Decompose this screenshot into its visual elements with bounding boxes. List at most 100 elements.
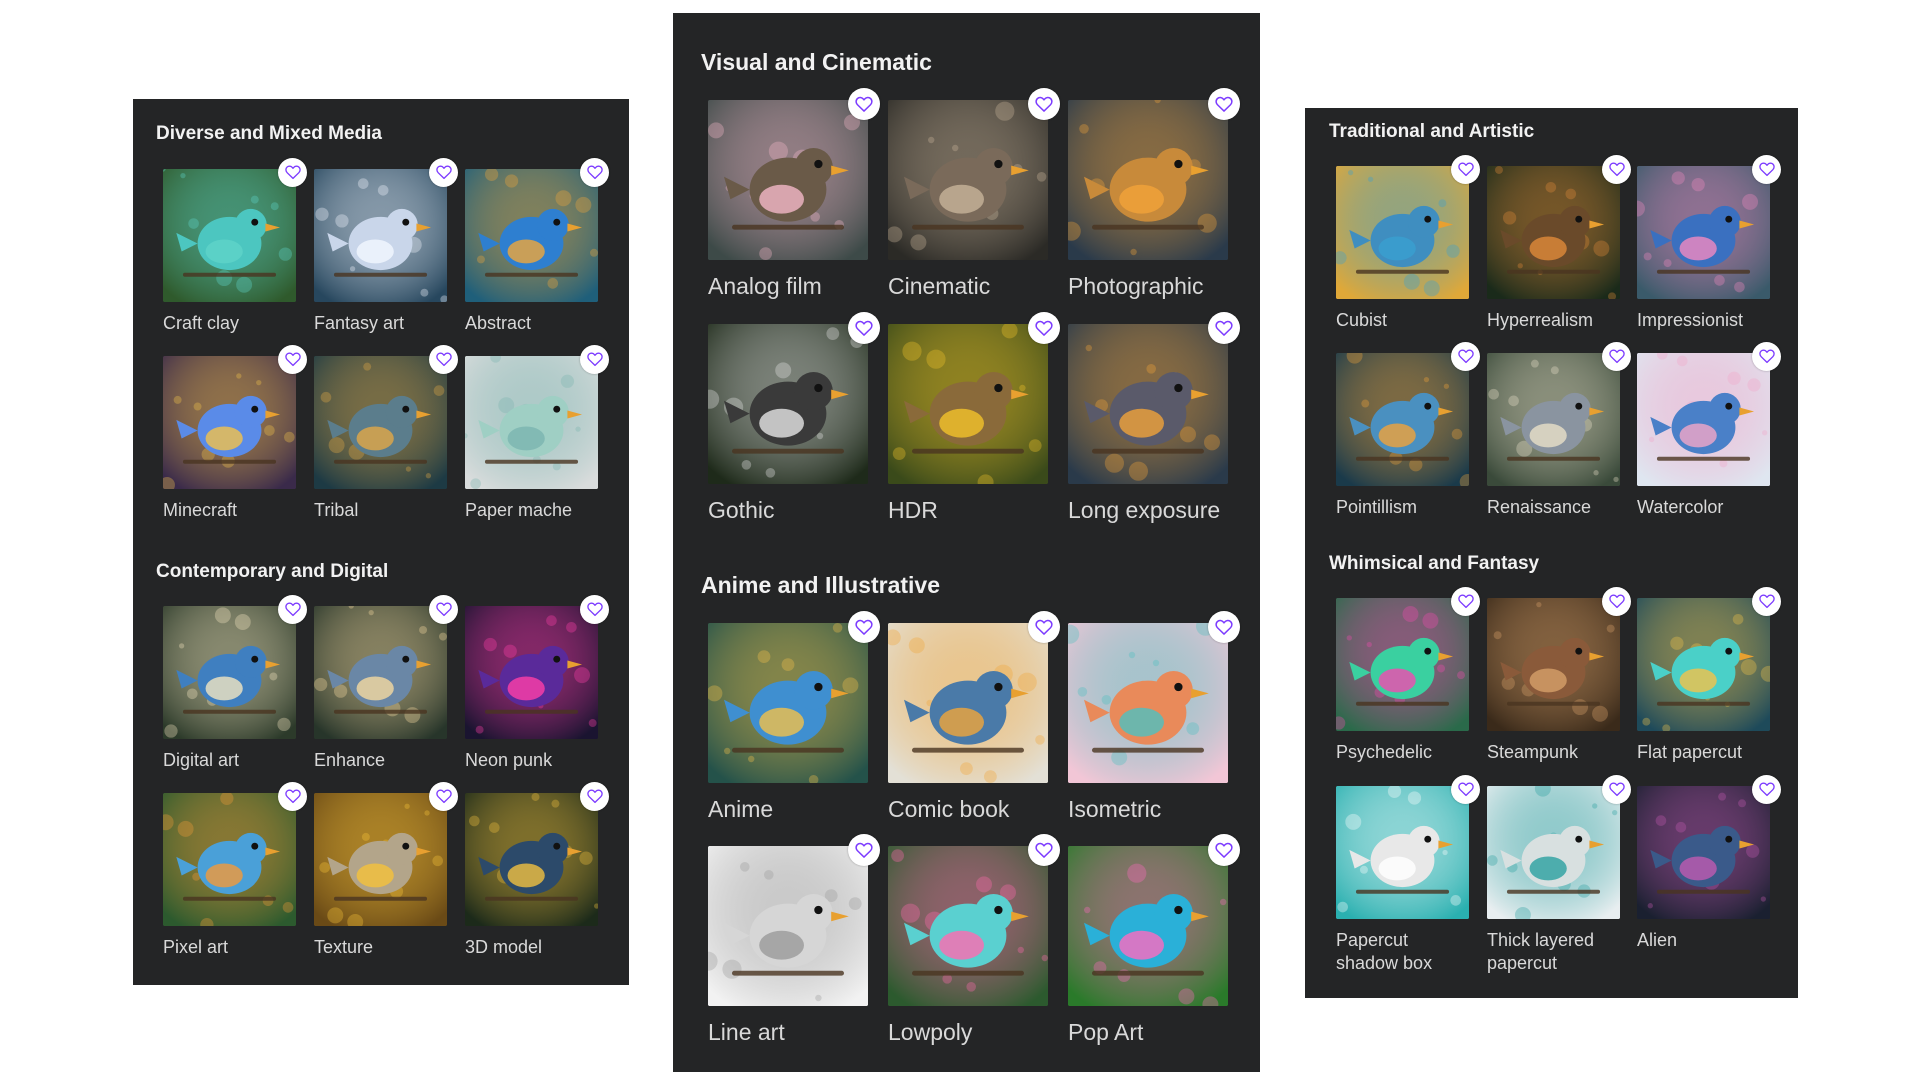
heart-icon[interactable]	[278, 781, 308, 811]
style-option-digital-art[interactable]: Digital art	[163, 594, 308, 796]
style-option-renaissance[interactable]: Renaissance	[1487, 341, 1632, 543]
heart-icon[interactable]	[1451, 341, 1481, 371]
style-thumbnail[interactable]	[163, 356, 296, 489]
style-option-tribal[interactable]: Tribal	[314, 344, 459, 546]
style-thumbnail[interactable]	[1637, 166, 1770, 299]
style-thumbnail[interactable]	[1068, 623, 1228, 783]
heart-icon[interactable]	[1028, 833, 1061, 866]
style-thumbnail[interactable]	[314, 793, 447, 926]
heart-icon[interactable]	[1028, 610, 1061, 643]
style-thumbnail[interactable]	[1336, 786, 1469, 919]
heart-icon[interactable]	[1752, 774, 1782, 804]
style-thumbnail[interactable]	[465, 606, 598, 739]
heart-icon[interactable]	[278, 157, 308, 187]
heart-icon[interactable]	[1602, 154, 1632, 184]
style-thumbnail[interactable]	[314, 356, 447, 489]
style-thumbnail[interactable]	[465, 356, 598, 489]
style-option-flat-papercut[interactable]: Flat papercut	[1637, 586, 1782, 788]
style-option-pixel-art[interactable]: Pixel art	[163, 781, 308, 983]
heart-icon[interactable]	[429, 781, 459, 811]
heart-icon[interactable]	[848, 311, 881, 344]
heart-icon[interactable]	[1602, 774, 1632, 804]
style-thumbnail[interactable]	[1637, 786, 1770, 919]
style-option-enhance[interactable]: Enhance	[314, 594, 459, 796]
style-option-hyperrealism[interactable]: Hyperrealism	[1487, 154, 1632, 356]
style-thumbnail[interactable]	[1336, 353, 1469, 486]
heart-icon[interactable]	[429, 157, 459, 187]
style-option-cubist[interactable]: Cubist	[1336, 154, 1481, 356]
style-thumbnail[interactable]	[314, 606, 447, 739]
style-option-steampunk[interactable]: Steampunk	[1487, 586, 1632, 788]
style-option-analog-film[interactable]: Analog film	[708, 87, 881, 332]
heart-icon[interactable]	[580, 781, 610, 811]
heart-icon[interactable]	[1602, 341, 1632, 371]
style-thumbnail[interactable]	[708, 846, 868, 1006]
heart-icon[interactable]	[278, 344, 308, 374]
heart-icon[interactable]	[429, 344, 459, 374]
heart-icon[interactable]	[429, 594, 459, 624]
style-thumbnail[interactable]	[888, 623, 1048, 783]
style-option-impressionist[interactable]: Impressionist	[1637, 154, 1782, 356]
heart-icon[interactable]	[1451, 774, 1481, 804]
style-option-psychedelic[interactable]: Psychedelic	[1336, 586, 1481, 788]
style-thumbnail[interactable]	[1336, 166, 1469, 299]
style-option-craft-clay[interactable]: Craft clay	[163, 157, 308, 359]
style-thumbnail[interactable]	[1487, 598, 1620, 731]
style-thumbnail[interactable]	[888, 100, 1048, 260]
style-thumbnail[interactable]	[465, 169, 598, 302]
style-option-long-exposure[interactable]: Long exposure	[1068, 311, 1241, 556]
style-thumbnail[interactable]	[314, 169, 447, 302]
style-option-isometric[interactable]: Isometric	[1068, 610, 1241, 855]
heart-icon[interactable]	[1451, 586, 1481, 616]
style-option-minecraft[interactable]: Minecraft	[163, 344, 308, 546]
style-thumbnail[interactable]	[1637, 598, 1770, 731]
style-option-cinematic[interactable]: Cinematic	[888, 87, 1061, 332]
style-option-lowpoly[interactable]: Lowpoly	[888, 833, 1061, 1078]
heart-icon[interactable]	[1752, 154, 1782, 184]
style-option-gothic[interactable]: Gothic	[708, 311, 881, 556]
style-option-pointillism[interactable]: Pointillism	[1336, 341, 1481, 543]
style-option-line-art[interactable]: Line art	[708, 833, 881, 1078]
style-thumbnail[interactable]	[708, 623, 868, 783]
heart-icon[interactable]	[848, 87, 881, 120]
style-thumbnail[interactable]	[1487, 786, 1620, 919]
style-option-papercut-shadow-box[interactable]: Papercut shadow box	[1336, 774, 1481, 976]
heart-icon[interactable]	[1028, 87, 1061, 120]
style-option-photographic[interactable]: Photographic	[1068, 87, 1241, 332]
style-option-texture[interactable]: Texture	[314, 781, 459, 983]
style-thumbnail[interactable]	[163, 169, 296, 302]
style-thumbnail[interactable]	[163, 606, 296, 739]
style-thumbnail[interactable]	[1487, 353, 1620, 486]
heart-icon[interactable]	[278, 594, 308, 624]
heart-icon[interactable]	[1752, 586, 1782, 616]
style-thumbnail[interactable]	[1068, 324, 1228, 484]
style-option-anime[interactable]: Anime	[708, 610, 881, 855]
style-thumbnail[interactable]	[888, 324, 1048, 484]
style-option-watercolor[interactable]: Watercolor	[1637, 341, 1782, 543]
heart-icon[interactable]	[580, 157, 610, 187]
style-thumbnail[interactable]	[465, 793, 598, 926]
style-thumbnail[interactable]	[708, 100, 868, 260]
heart-icon[interactable]	[580, 344, 610, 374]
heart-icon[interactable]	[1208, 833, 1241, 866]
style-option-neon-punk[interactable]: Neon punk	[465, 594, 610, 796]
style-thumbnail[interactable]	[1068, 846, 1228, 1006]
style-thumbnail[interactable]	[888, 846, 1048, 1006]
style-thumbnail[interactable]	[1068, 100, 1228, 260]
style-thumbnail[interactable]	[1637, 353, 1770, 486]
style-option-paper-mache[interactable]: Paper mache	[465, 344, 610, 546]
heart-icon[interactable]	[1752, 341, 1782, 371]
heart-icon[interactable]	[1208, 311, 1241, 344]
style-option-3d-model[interactable]: 3D model	[465, 781, 610, 983]
style-thumbnail[interactable]	[1487, 166, 1620, 299]
heart-icon[interactable]	[1451, 154, 1481, 184]
heart-icon[interactable]	[848, 833, 881, 866]
heart-icon[interactable]	[1028, 311, 1061, 344]
heart-icon[interactable]	[1602, 586, 1632, 616]
heart-icon[interactable]	[1208, 87, 1241, 120]
heart-icon[interactable]	[848, 610, 881, 643]
style-option-alien[interactable]: Alien	[1637, 774, 1782, 976]
style-option-hdr[interactable]: HDR	[888, 311, 1061, 556]
style-thumbnail[interactable]	[1336, 598, 1469, 731]
style-thumbnail[interactable]	[163, 793, 296, 926]
